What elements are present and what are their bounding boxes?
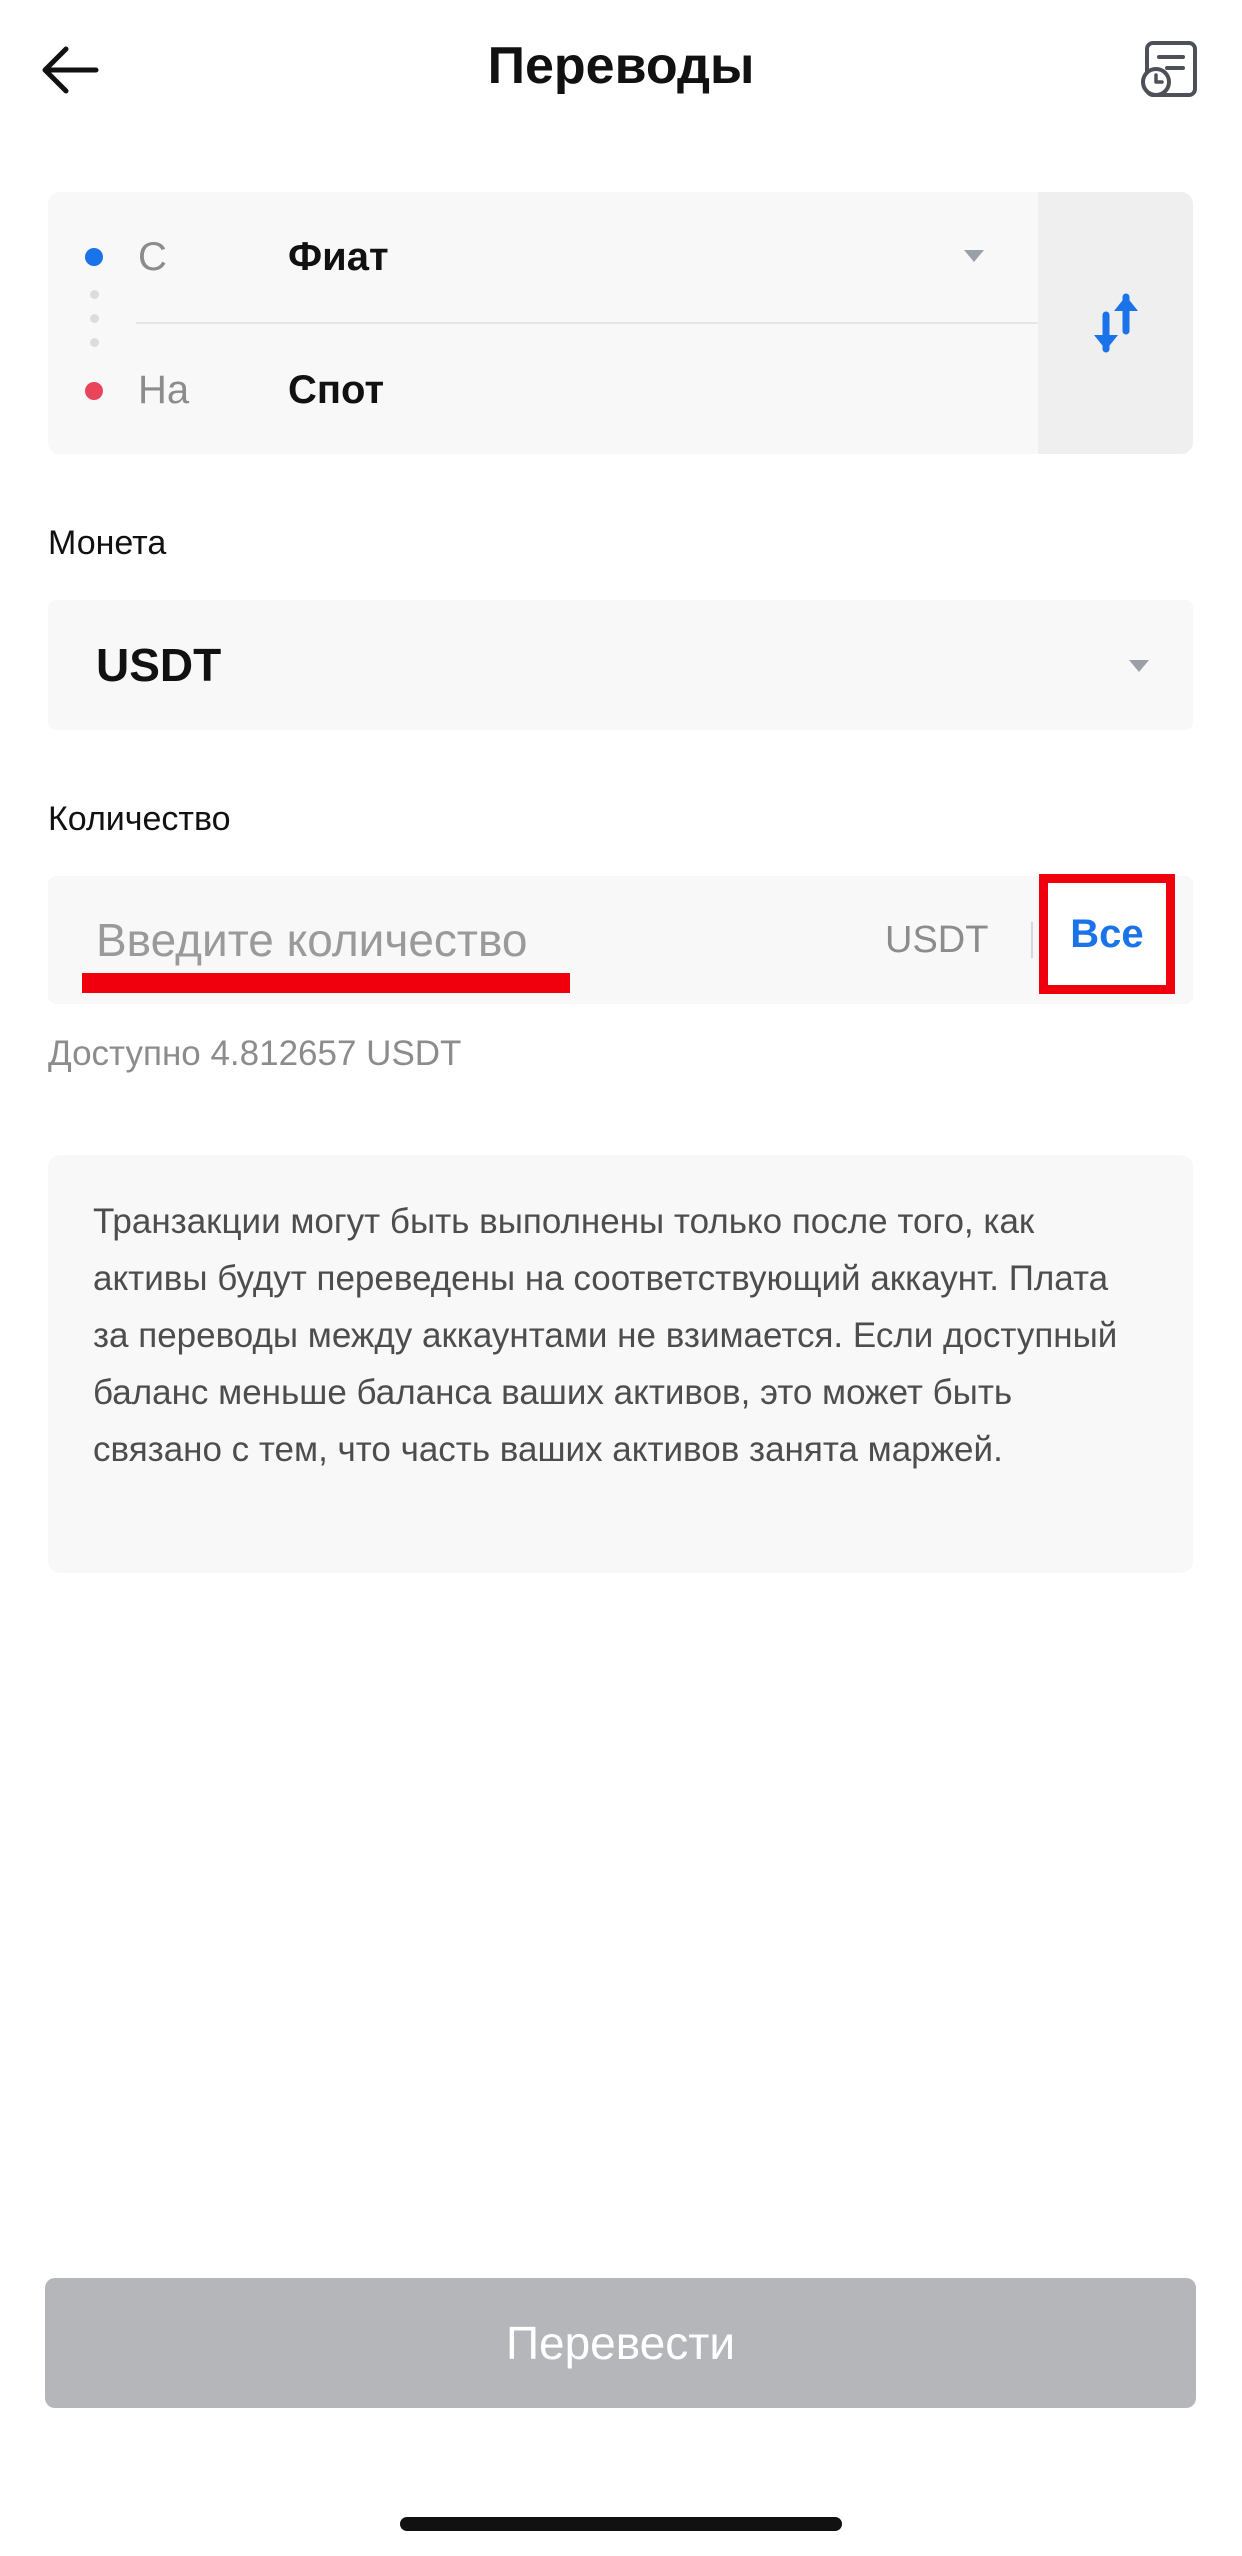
coin-value: USDT <box>96 639 222 691</box>
all-button[interactable]: Все <box>1039 874 1175 994</box>
to-account-value: Спот <box>288 368 385 412</box>
available-balance: Доступно 4.812657 USDT <box>48 1034 462 1073</box>
transfer-notice: Транзакции могут быть выполнены только п… <box>48 1155 1193 1573</box>
coin-select[interactable]: USDT <box>48 600 1193 730</box>
unit-divider <box>1031 922 1033 958</box>
caret-down-icon <box>1129 660 1149 672</box>
connector-dot <box>90 290 99 299</box>
amount-unit: USDT <box>885 919 989 961</box>
transfer-history-icon <box>1141 41 1197 97</box>
from-dot <box>85 248 103 266</box>
to-label: На <box>138 368 190 412</box>
swap-arrows-icon <box>1093 293 1138 353</box>
to-dot <box>85 382 103 400</box>
transfer-screen: Переводы С Фиат На Спот Монета USDT Коли… <box>0 0 1242 2556</box>
caret-down-icon <box>964 250 984 262</box>
from-label: С <box>138 235 167 279</box>
home-indicator <box>400 2517 842 2531</box>
from-account-select[interactable]: С Фиат <box>48 192 1038 322</box>
from-account-value: Фиат <box>288 235 389 279</box>
to-account-row: На Спот <box>48 322 1038 454</box>
amount-field: USDT Все <box>48 874 1193 1004</box>
amount-label: Количество <box>48 800 231 838</box>
annotation-underline <box>82 973 570 993</box>
transfer-button[interactable]: Перевести <box>45 2278 1196 2408</box>
page-title: Переводы <box>487 37 755 95</box>
coin-label: Монета <box>48 524 167 562</box>
history-button[interactable] <box>1134 34 1206 106</box>
transfer-direction-card: С Фиат На Спот <box>48 192 1193 454</box>
swap-button[interactable] <box>1038 192 1193 454</box>
